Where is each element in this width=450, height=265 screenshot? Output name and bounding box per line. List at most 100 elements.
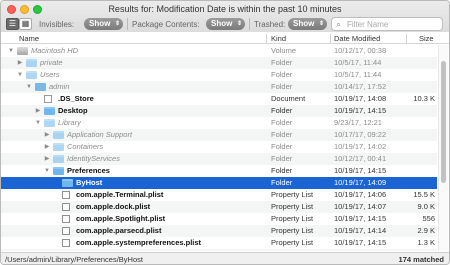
item-name: admin <box>49 82 70 91</box>
table-row[interactable]: ▶ private Folder 10/5/17, 11:44 <box>1 57 437 69</box>
folder-icon <box>62 179 73 187</box>
item-date-modified: 10/12/17, 00:41 <box>334 154 387 163</box>
column-divider[interactable] <box>266 34 267 43</box>
item-size: 10.3 K <box>413 94 435 103</box>
item-kind: Folder <box>271 166 293 175</box>
item-name: Macintosh HD <box>31 46 79 55</box>
column-header-kind[interactable]: Kind <box>271 34 286 43</box>
table-row[interactable]: com.apple.systempreferences.plist Propert… <box>1 237 437 249</box>
item-kind: Document <box>271 94 306 103</box>
chevron-updown-icon: ⇕ <box>114 21 120 27</box>
item-kind: Property List <box>271 238 314 247</box>
item-size: 1.3 K <box>417 238 435 247</box>
item-date-modified: 10/19/17, 14:07 <box>334 202 387 211</box>
item-date-modified: 10/19/17, 14:15 <box>334 106 387 115</box>
table-row[interactable]: .DS_Store Document 10/19/17, 14:08 10.3 K <box>1 93 437 105</box>
disclosure-open-icon[interactable]: ▼ <box>7 45 15 57</box>
status-bar: /Users/admin/Library/Preferences/ByHost … <box>1 252 449 264</box>
column-divider[interactable] <box>406 34 407 43</box>
folder-icon <box>44 119 55 127</box>
item-kind: Property List <box>271 190 314 199</box>
column-header-name[interactable]: Name <box>19 34 39 43</box>
folder-icon <box>44 107 55 115</box>
disclosure-open-icon[interactable]: ▼ <box>43 165 51 177</box>
table-row[interactable]: com.apple.Terminal.plist Property List 10/… <box>1 189 437 201</box>
item-size: 2.9 K <box>417 226 435 235</box>
toolbar-divider <box>249 18 250 30</box>
item-kind: Folder <box>271 70 293 79</box>
selected-table-row[interactable]: ByHost Folder 10/19/17, 14:09 <box>1 177 437 189</box>
window-title: Results for: Modification Date is within… <box>108 4 342 14</box>
package-contents-popup[interactable]: Show ⇕ <box>206 18 245 30</box>
disclosure-closed-icon[interactable]: ▶ <box>43 129 51 141</box>
table-row[interactable]: ▼ Users Folder 10/5/17, 11:44 <box>1 69 437 81</box>
table-row[interactable]: ▼ Preferences Folder 10/19/17, 14:15 <box>1 165 437 177</box>
document-icon <box>44 95 52 103</box>
item-name: Users <box>40 70 60 79</box>
vertical-scrollbar[interactable] <box>438 45 448 251</box>
item-kind: Folder <box>271 142 293 151</box>
plist-icon <box>62 203 70 211</box>
table-row[interactable]: com.apple.Spotlight.plist Property List 10… <box>1 213 437 225</box>
item-kind: Property List <box>271 214 314 223</box>
item-size: 15.5 K <box>413 190 435 199</box>
item-name: Desktop <box>58 106 88 115</box>
match-count: 174 matched <box>398 255 444 264</box>
item-date-modified: 10/19/17, 14:02 <box>334 142 387 151</box>
disclosure-closed-icon[interactable]: ▶ <box>43 249 51 251</box>
table-row[interactable]: ▶ Containers Folder 10/19/17, 14:02 <box>1 141 437 153</box>
table-row[interactable]: ▶ IdentityServices Folder 10/12/17, 00:41 <box>1 153 437 165</box>
folder-icon <box>53 131 64 139</box>
item-kind: Volume <box>271 46 297 55</box>
package-contents-label: Package Contents: <box>132 20 200 29</box>
disclosure-closed-icon[interactable]: ▶ <box>43 141 51 153</box>
table-row[interactable]: com.apple.parsecd.plist Property List 10/1… <box>1 225 437 237</box>
trashed-popup[interactable]: Show ⇕ <box>288 18 327 30</box>
table-row[interactable]: ▼ admin Folder 10/14/17, 17:52 <box>1 81 437 93</box>
filter-name-input[interactable] <box>347 19 439 30</box>
home-folder-icon <box>35 83 46 91</box>
list-view-icon[interactable]: ☰ <box>6 18 19 30</box>
disclosure-closed-icon[interactable]: ▶ <box>34 105 42 117</box>
table-row[interactable]: com.apple.dock.plist Property List 10/19/1… <box>1 201 437 213</box>
disclosure-open-icon[interactable]: ▼ <box>25 81 33 93</box>
item-kind: Folder <box>271 154 293 163</box>
plist-icon <box>62 215 70 223</box>
scrollbar-thumb[interactable] <box>441 61 446 183</box>
item-date-modified: 10/5/17, 11:44 <box>334 70 382 79</box>
disclosure-open-icon[interactable]: ▼ <box>34 117 42 129</box>
item-kind: Folder <box>271 58 293 67</box>
item-kind: Folder <box>271 130 293 139</box>
invisibles-popup[interactable]: Show ⇕ <box>84 18 123 30</box>
column-header-size[interactable]: Size <box>419 34 434 43</box>
chevron-updown-icon: ⇕ <box>318 21 324 27</box>
results-list: ▼ Macintosh HD Volume 10/12/17, 00:38 ▶ priva… <box>1 45 449 251</box>
filter-search-field[interactable]: ⌕ <box>331 17 443 31</box>
folder-icon <box>53 155 64 163</box>
column-divider[interactable] <box>330 34 331 43</box>
item-kind: Folder <box>271 106 293 115</box>
item-name: com.apple.Spotlight.plist <box>76 214 166 223</box>
trashed-value: Show <box>293 19 315 28</box>
invisibles-label: Invisibles: <box>39 20 75 29</box>
item-date-modified: 10/19/17, 14:14 <box>334 226 387 235</box>
table-row[interactable]: ▼ Library Folder 9/23/17, 12:21 <box>1 117 437 129</box>
item-date-modified: 10/19/17, 14:08 <box>334 94 387 103</box>
item-name: private <box>40 58 63 67</box>
chevron-updown-icon: ⇕ <box>236 21 242 27</box>
item-date-modified: 10/19/17, 14:15 <box>334 238 387 247</box>
table-row[interactable]: ▶ Saved Application State Folder 10/19/17, … <box>1 249 437 251</box>
icon-view-icon[interactable]: ▦ <box>19 18 32 30</box>
item-name: com.apple.Terminal.plist <box>76 190 164 199</box>
item-name: com.apple.dock.plist <box>76 202 151 211</box>
disclosure-closed-icon[interactable]: ▶ <box>43 153 51 165</box>
disclosure-open-icon[interactable]: ▼ <box>16 69 24 81</box>
table-row[interactable]: ▶ Application Support Folder 10/17/17, 09:2… <box>1 129 437 141</box>
item-date-modified: 10/19/17, 14:15 <box>334 214 387 223</box>
column-header-date[interactable]: Date Modified <box>334 34 380 43</box>
table-row[interactable]: ▶ Desktop Folder 10/19/17, 14:15 <box>1 105 437 117</box>
disclosure-closed-icon[interactable]: ▶ <box>16 57 24 69</box>
folder-icon <box>26 71 37 79</box>
table-row[interactable]: ▼ Macintosh HD Volume 10/12/17, 00:38 <box>1 45 437 57</box>
item-name: com.apple.parsecd.plist <box>76 226 162 235</box>
